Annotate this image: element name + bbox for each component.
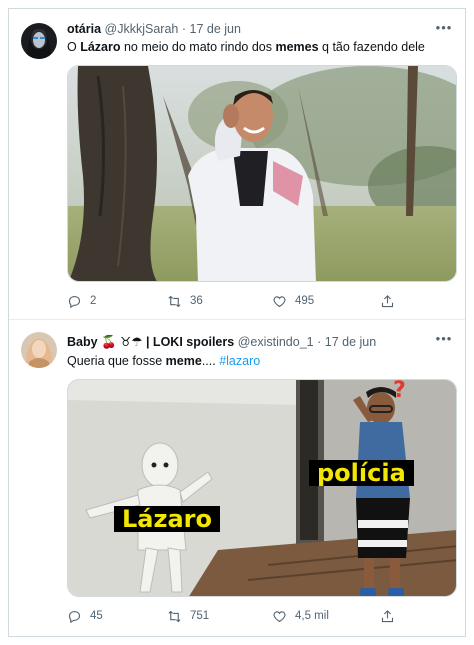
avatar[interactable] <box>21 332 57 368</box>
tweet-image[interactable] <box>67 65 457 282</box>
more-options-icon[interactable]: ••• <box>435 332 453 348</box>
avatar[interactable] <box>21 23 57 59</box>
text-bold-segment: meme <box>165 354 202 368</box>
retweet-icon <box>168 610 181 622</box>
retweet-icon <box>168 295 181 307</box>
tweet-date[interactable]: 17 de jun <box>325 335 376 349</box>
meme-label-policia: polícia <box>309 460 414 486</box>
author-handle[interactable]: @existindo_1 <box>238 335 314 349</box>
retweet-button[interactable]: 751 <box>167 607 209 625</box>
text-bold-segment: memes <box>275 40 319 54</box>
like-count: 495 <box>295 295 315 307</box>
tweet-text: O Lázaro no meio do mato rindo dos memes… <box>67 40 451 54</box>
author-name[interactable]: Baby 🍒 ♉☂ | LOKI spoilers <box>67 335 234 349</box>
like-count: 4,5 mil <box>295 610 329 622</box>
tweet-actions: 45 751 4,5 mil <box>67 607 425 625</box>
reply-button[interactable]: 2 <box>67 292 96 310</box>
reply-count: 45 <box>90 610 103 622</box>
like-button[interactable]: 495 <box>272 292 314 310</box>
reply-icon <box>68 295 81 308</box>
separator: · <box>181 22 187 36</box>
tweet-image[interactable]: ? Lázaro polícia <box>67 379 457 597</box>
hashtag-link[interactable]: #lazaro <box>219 354 260 368</box>
share-button[interactable] <box>380 292 395 310</box>
text-segment: q tão fazendo dele <box>318 40 425 54</box>
share-button[interactable] <box>380 607 395 625</box>
meme-label-lazaro: Lázaro <box>114 506 220 532</box>
question-mark-label: ? <box>393 379 406 403</box>
retweet-count: 36 <box>190 295 203 307</box>
tweet-header: Baby 🍒 ♉☂ | LOKI spoilers @existindo_1 ·… <box>67 334 435 350</box>
tweet[interactable]: Baby 🍒 ♉☂ | LOKI spoilers @existindo_1 ·… <box>9 320 465 636</box>
reply-count: 2 <box>90 295 97 307</box>
heart-icon <box>273 610 286 622</box>
author-handle[interactable]: @JkkkjSarah <box>105 22 179 36</box>
tweet-actions: 2 36 495 <box>67 292 425 310</box>
timeline: otária @JkkkjSarah · 17 de jun ••• O Láz… <box>8 8 466 637</box>
retweet-count: 751 <box>190 610 210 622</box>
text-segment: no meio do mato rindo dos <box>120 40 276 54</box>
separator: · <box>317 335 322 349</box>
like-button[interactable]: 4,5 mil <box>272 607 329 625</box>
text-segment: O <box>67 40 81 54</box>
text-segment: Queria que fosse <box>67 354 166 368</box>
tweet-text: Queria que fosse meme.... #lazaro <box>67 354 451 368</box>
reply-button[interactable]: 45 <box>67 607 103 625</box>
share-icon <box>381 294 394 307</box>
retweet-button[interactable]: 36 <box>167 292 203 310</box>
heart-icon <box>273 295 286 307</box>
tweet[interactable]: otária @JkkkjSarah · 17 de jun ••• O Láz… <box>9 9 465 320</box>
tweet-header: otária @JkkkjSarah · 17 de jun <box>67 22 435 36</box>
tweet-date[interactable]: 17 de jun <box>190 22 241 36</box>
text-bold-segment: Lázaro <box>80 40 121 54</box>
author-name[interactable]: otária <box>67 22 101 36</box>
text-segment: .... <box>201 354 220 368</box>
share-icon <box>381 609 394 622</box>
reply-icon <box>68 610 81 623</box>
more-options-icon[interactable]: ••• <box>435 21 453 37</box>
